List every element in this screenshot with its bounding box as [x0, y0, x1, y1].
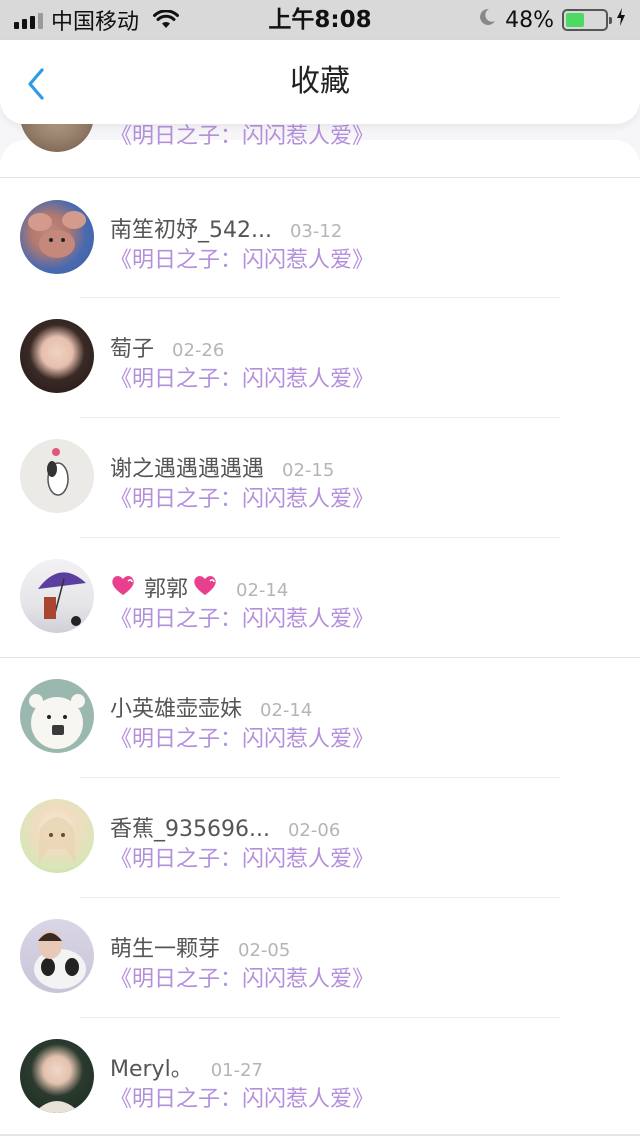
- item-header: 小英雄壶壶妹 02-14: [110, 691, 312, 723]
- post-date: 02-14: [260, 700, 313, 721]
- post-date: 01-27: [210, 1060, 264, 1081]
- collection-title[interactable]: 《明日之子：闪闪惹人爱》: [110, 361, 374, 393]
- collection-title[interactable]: 《明日之子：闪闪惹人爱》: [110, 481, 374, 513]
- collection-title[interactable]: 《明日之子：闪闪惹人爱》: [110, 841, 374, 873]
- avatar: [20, 124, 94, 152]
- post-date: 02-26: [172, 340, 225, 361]
- battery-percent: 48%: [505, 7, 554, 33]
- partial-list-item[interactable]: 《明日之子：闪闪惹人爱》: [0, 124, 640, 160]
- collection-title[interactable]: 《明日之子：闪闪惹人爱》: [110, 961, 374, 993]
- sparkling-heart-icon: [110, 574, 136, 596]
- post-date: 02-05: [238, 940, 291, 961]
- list-item[interactable]: 南笙初妤_542... 03-12 《明日之子：闪闪惹人爱》: [0, 178, 640, 298]
- list-item[interactable]: Meryl。 01-27 《明日之子：闪闪惹人爱》: [0, 1018, 640, 1136]
- anime-girl-avatar[interactable]: [20, 799, 94, 873]
- user-name[interactable]: 郭郭: [144, 571, 188, 603]
- snoopy-avatar[interactable]: [20, 439, 94, 513]
- chevron-left-icon: [28, 68, 44, 100]
- collection-title[interactable]: 《明日之子：闪闪惹人爱》: [110, 721, 374, 753]
- list-item[interactable]: 萄子 02-26 《明日之子：闪闪惹人爱》: [0, 298, 640, 418]
- umbrella-girl-avatar[interactable]: [20, 559, 94, 633]
- page-title: 收藏: [290, 64, 350, 99]
- post-date: 02-06: [287, 820, 341, 841]
- item-header: 谢之遇遇遇遇遇 02-15: [110, 451, 334, 483]
- post-date: 02-14: [236, 580, 289, 601]
- list-item[interactable]: 香蕉_935696... 02-06 《明日之子：闪闪惹人爱》: [0, 778, 640, 898]
- user-name[interactable]: 香蕉_935696...: [110, 811, 270, 843]
- woman-portrait-avatar[interactable]: [20, 1039, 94, 1113]
- status-right: 48%: [477, 0, 626, 40]
- item-header: 郭郭 02-14: [110, 571, 288, 603]
- user-name[interactable]: 萄子: [110, 331, 154, 363]
- collection-title[interactable]: 《明日之子：闪闪惹人爱》: [110, 601, 374, 633]
- user-name[interactable]: Meryl。: [110, 1051, 193, 1083]
- item-header: 南笙初妤_542... 03-12: [110, 212, 342, 244]
- list-item[interactable]: 郭郭 02-14 《明日之子：闪闪惹人爱》: [0, 538, 640, 658]
- item-header: 香蕉_935696... 02-06: [110, 811, 340, 843]
- battery-level: [566, 13, 585, 27]
- post-date: 02-15: [282, 460, 335, 481]
- charging-icon: [616, 7, 626, 33]
- item-header: 萄子 02-26: [110, 331, 224, 363]
- user-name[interactable]: 萌生一颗芽: [110, 931, 220, 963]
- item-header: 萌生一颗芽 02-05: [110, 931, 290, 963]
- sparkling-heart-icon: [192, 574, 218, 596]
- status-bar: 中国移动 上午8:08 48%: [0, 0, 640, 40]
- back-button[interactable]: [18, 64, 54, 104]
- collection-title[interactable]: 《明日之子：闪闪惹人爱》: [110, 1081, 374, 1113]
- post-date: 03-12: [289, 221, 343, 242]
- favorites-list: 南笙初妤_542... 03-12 《明日之子：闪闪惹人爱》 萄子 02-26 …: [0, 140, 640, 1136]
- item-header: Meryl。 01-27: [110, 1051, 263, 1083]
- user-name[interactable]: 南笙初妤_542...: [110, 212, 272, 244]
- girl-portrait-avatar[interactable]: [20, 319, 94, 393]
- user-name[interactable]: 小英雄壶壶妹: [110, 691, 242, 723]
- moon-icon: [477, 7, 497, 33]
- collection-title: 《明日之子：闪闪惹人爱》: [110, 124, 375, 149]
- panda-avatar[interactable]: [20, 919, 94, 993]
- user-name[interactable]: 谢之遇遇遇遇遇: [110, 451, 264, 483]
- collection-title[interactable]: 《明日之子：闪闪惹人爱》: [110, 242, 374, 274]
- list-item[interactable]: 萌生一颗芽 02-05 《明日之子：闪闪惹人爱》: [0, 898, 640, 1018]
- white-bear-avatar[interactable]: [20, 679, 94, 753]
- battery-icon: [562, 9, 612, 31]
- nav-bar: 收藏: [0, 40, 640, 124]
- list-item[interactable]: 谢之遇遇遇遇遇 02-15 《明日之子：闪闪惹人爱》: [0, 418, 640, 538]
- list-item[interactable]: 小英雄壶壶妹 02-14 《明日之子：闪闪惹人爱》: [0, 658, 640, 778]
- cartoon-bear-avatar[interactable]: [20, 200, 94, 274]
